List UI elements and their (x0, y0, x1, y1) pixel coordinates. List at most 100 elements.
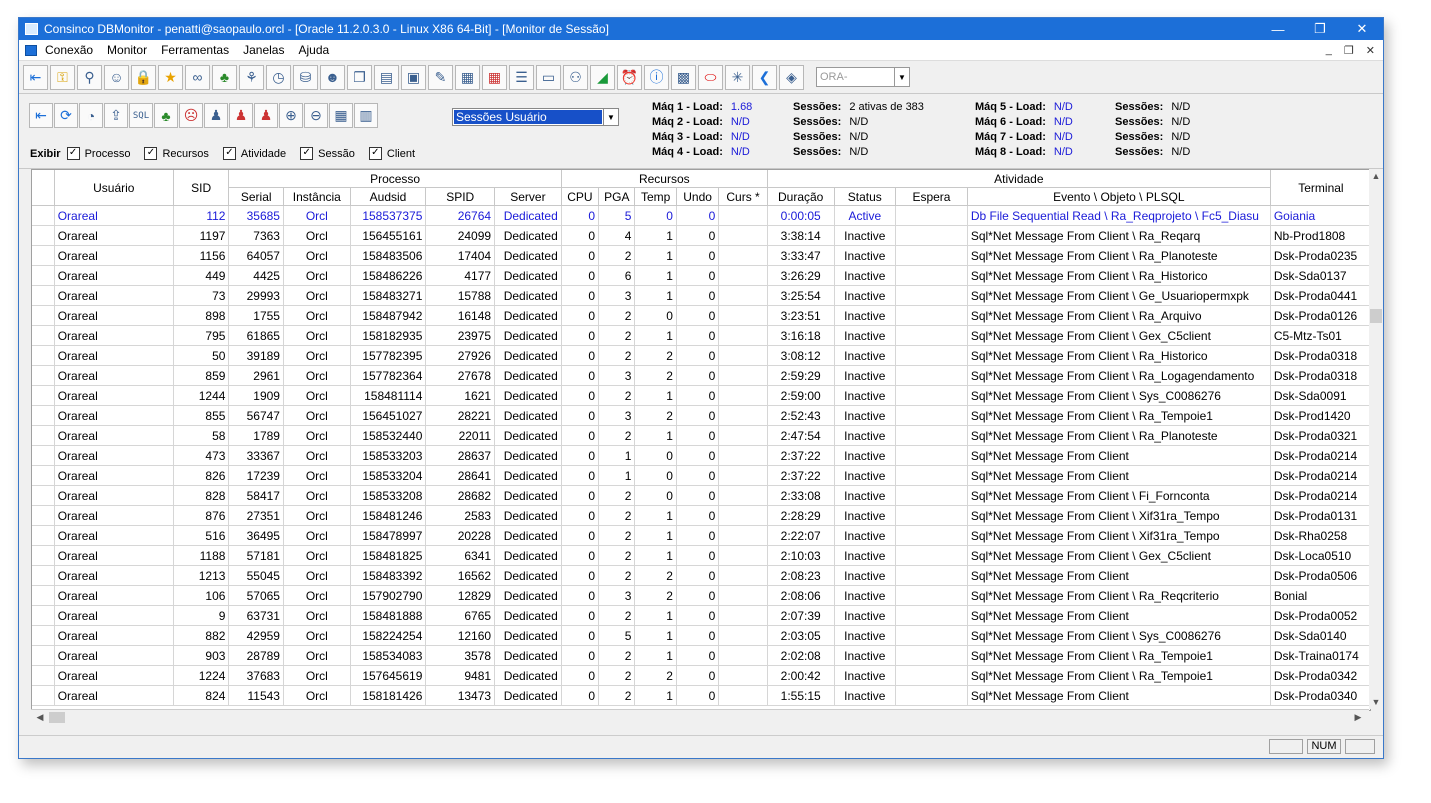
row-indicator[interactable] (32, 525, 55, 546)
row-indicator[interactable] (32, 605, 55, 626)
mdi-restore-button[interactable]: ❐ (1344, 44, 1354, 57)
row-indicator[interactable] (32, 245, 55, 266)
row-indicator[interactable] (32, 505, 55, 526)
table-button[interactable]: ▦ (455, 64, 480, 90)
menu-ajuda[interactable]: Ajuda (298, 43, 329, 57)
report-button[interactable]: ▣ (401, 64, 426, 90)
table-row[interactable]: Orareal 9 63731 Orcl 158481888 6765 Dedicated 0… (32, 605, 1370, 626)
user-button[interactable]: ♟ (204, 103, 228, 128)
table-row[interactable]: Orareal 1188 57181 Orcl 158481825 6341 Dedicat… (32, 545, 1370, 566)
row-indicator[interactable] (32, 585, 55, 606)
checkbox-processo[interactable]: ✓ Processo (66, 147, 130, 160)
zoom-in-button[interactable]: ⊕ (279, 103, 303, 128)
col-serial[interactable]: Serial (228, 187, 284, 206)
col-audsid[interactable]: Audsid (350, 187, 427, 206)
close-button[interactable]: ✕ (1341, 18, 1383, 40)
col-espera[interactable]: Espera (895, 187, 968, 206)
table-row[interactable]: Orareal 112 35685 Orcl 158537375 26764 Dedicat… (32, 205, 1370, 226)
calendar-button[interactable]: ▦ (329, 103, 353, 128)
user-minus-button[interactable]: ♟ (229, 103, 253, 128)
table-row[interactable]: Orareal 855 56747 Orcl 156451027 28221 Dedicat… (32, 405, 1370, 426)
info-button[interactable]: ⓘ (644, 64, 669, 90)
people-button[interactable]: ⚇ (563, 64, 588, 90)
vertical-scrollbar[interactable]: ▲ ▼ (1369, 169, 1383, 709)
table-row[interactable]: Orareal 795 61865 Orcl 158182935 23975 Dedicat… (32, 325, 1370, 346)
table-row[interactable]: Orareal 58 1789 Orcl 158532440 22011 Dedicated… (32, 425, 1370, 446)
users-button[interactable]: ♣ (154, 103, 178, 128)
col-pga[interactable]: PGA (598, 187, 636, 206)
user-key-button[interactable]: ☺ (104, 64, 129, 90)
copy-button[interactable]: ❐ (347, 64, 372, 90)
row-indicator[interactable] (32, 265, 55, 286)
monitor-button[interactable]: ▭ (536, 64, 561, 90)
row-indicator[interactable] (32, 345, 55, 366)
key-gray-button[interactable]: ⚲ (77, 64, 102, 90)
table-row[interactable]: Orareal 449 4425 Orcl 158486226 4177 Dedicated… (32, 265, 1370, 286)
row-indicator[interactable] (32, 685, 55, 706)
scroll-up-icon[interactable]: ▲ (1369, 171, 1383, 181)
exit-button[interactable]: ⇤ (23, 64, 48, 90)
users-button[interactable]: ♣ (212, 64, 237, 90)
row-indicator[interactable] (32, 365, 55, 386)
table-row[interactable]: Orareal 859 2961 Orcl 157782364 27678 Dedicate… (32, 365, 1370, 386)
row-indicator[interactable] (32, 485, 55, 506)
scroll-left-icon[interactable]: ◀ (33, 712, 47, 723)
table-row[interactable]: Orareal 1197 7363 Orcl 156455161 24099 Dedicat… (32, 225, 1370, 246)
star-burst-button[interactable]: ✳ (725, 64, 750, 90)
table-row[interactable]: Orareal 826 17239 Orcl 158533204 28641 Dedicat… (32, 465, 1370, 486)
scroll-right-icon[interactable]: ▶ (1351, 712, 1365, 723)
mdi-child-icon[interactable] (25, 44, 37, 56)
table-row[interactable]: Orareal 473 33367 Orcl 158533203 28637 Dedicat… (32, 445, 1370, 466)
table-red-button[interactable]: ▦ (482, 64, 507, 90)
minimize-button[interactable]: — (1257, 18, 1299, 40)
table-row[interactable]: Orareal 882 42959 Orcl 158224254 12160 Dedicat… (32, 625, 1370, 646)
checkbox-atividade[interactable]: ✓ Atividade (222, 147, 286, 160)
col-temp[interactable]: Temp (634, 187, 677, 206)
menu-ferramentas[interactable]: Ferramentas (161, 43, 229, 57)
search-users-button[interactable]: ⚘ (239, 64, 264, 90)
zoom-out-button[interactable]: ⊖ (304, 103, 328, 128)
row-indicator[interactable] (32, 445, 55, 466)
scroll-thumb[interactable] (1370, 309, 1382, 323)
glasses-button[interactable]: ∞ (185, 64, 210, 90)
row-indicator[interactable] (32, 325, 55, 346)
chevron-down-icon[interactable]: ▼ (603, 109, 618, 125)
session-grid[interactable]: Usuário SID Processo Recursos Atividade … (31, 169, 1371, 711)
exit-button[interactable]: ⇤ (29, 103, 53, 128)
calculator-button[interactable]: ▩ (671, 64, 696, 90)
col-sid[interactable]: SID (173, 170, 230, 206)
book-button[interactable]: ◈ (779, 64, 804, 90)
timer-button[interactable]: ◔ (79, 103, 103, 128)
col-terminal[interactable]: Terminal (1270, 170, 1370, 206)
edit-report-button[interactable]: ✎ (428, 64, 453, 90)
row-indicator[interactable] (32, 465, 55, 486)
col-usuario[interactable]: Usuário (54, 170, 174, 206)
table-row[interactable]: Orareal 1156 64057 Orcl 158483506 17404 Dedica… (32, 245, 1370, 266)
row-indicator[interactable] (32, 305, 55, 326)
col-evento[interactable]: Evento \ Objeto \ PLSQL (967, 187, 1271, 206)
table-row[interactable]: Orareal 898 1755 Orcl 158487942 16148 Dedicate… (32, 305, 1370, 326)
table-row[interactable]: Orareal 824 11543 Orcl 158181426 13473 Dedicat… (32, 685, 1370, 706)
user-remove-button[interactable]: ☹ (179, 103, 203, 128)
table-row[interactable]: Orareal 903 28789 Orcl 158534083 3578 Dedicate… (32, 645, 1370, 666)
document-button[interactable]: ▤ (374, 64, 399, 90)
row-indicator[interactable] (32, 425, 55, 446)
list-button[interactable]: ☰ (509, 64, 534, 90)
star-button[interactable]: ★ (158, 64, 183, 90)
checkbox-sessao[interactable]: ✓ Sessão (300, 147, 355, 160)
table-row[interactable]: Orareal 50 39189 Orcl 157782395 27926 Dedicate… (32, 345, 1370, 366)
checkbox-recursos[interactable]: ✓ Recursos (144, 147, 209, 160)
row-indicator[interactable] (32, 665, 55, 686)
session-type-select[interactable]: Sessões Usuário ▼ (452, 108, 619, 126)
row-indicator[interactable] (32, 385, 55, 406)
row-indicator[interactable] (32, 405, 55, 426)
chart-button[interactable]: ◢ (590, 64, 615, 90)
col-instancia[interactable]: Instância (283, 187, 351, 206)
scroll-down-icon[interactable]: ▼ (1369, 697, 1383, 707)
row-indicator[interactable] (32, 545, 55, 566)
table-row[interactable]: Orareal 106 57065 Orcl 157902790 12829 Dedicat… (32, 585, 1370, 606)
oracle-button[interactable]: ⬭ (698, 64, 723, 90)
col-curs[interactable]: Curs * (718, 187, 768, 206)
key-button[interactable]: ⚿ (50, 64, 75, 90)
mdi-minimize-button[interactable]: _ (1326, 44, 1332, 57)
